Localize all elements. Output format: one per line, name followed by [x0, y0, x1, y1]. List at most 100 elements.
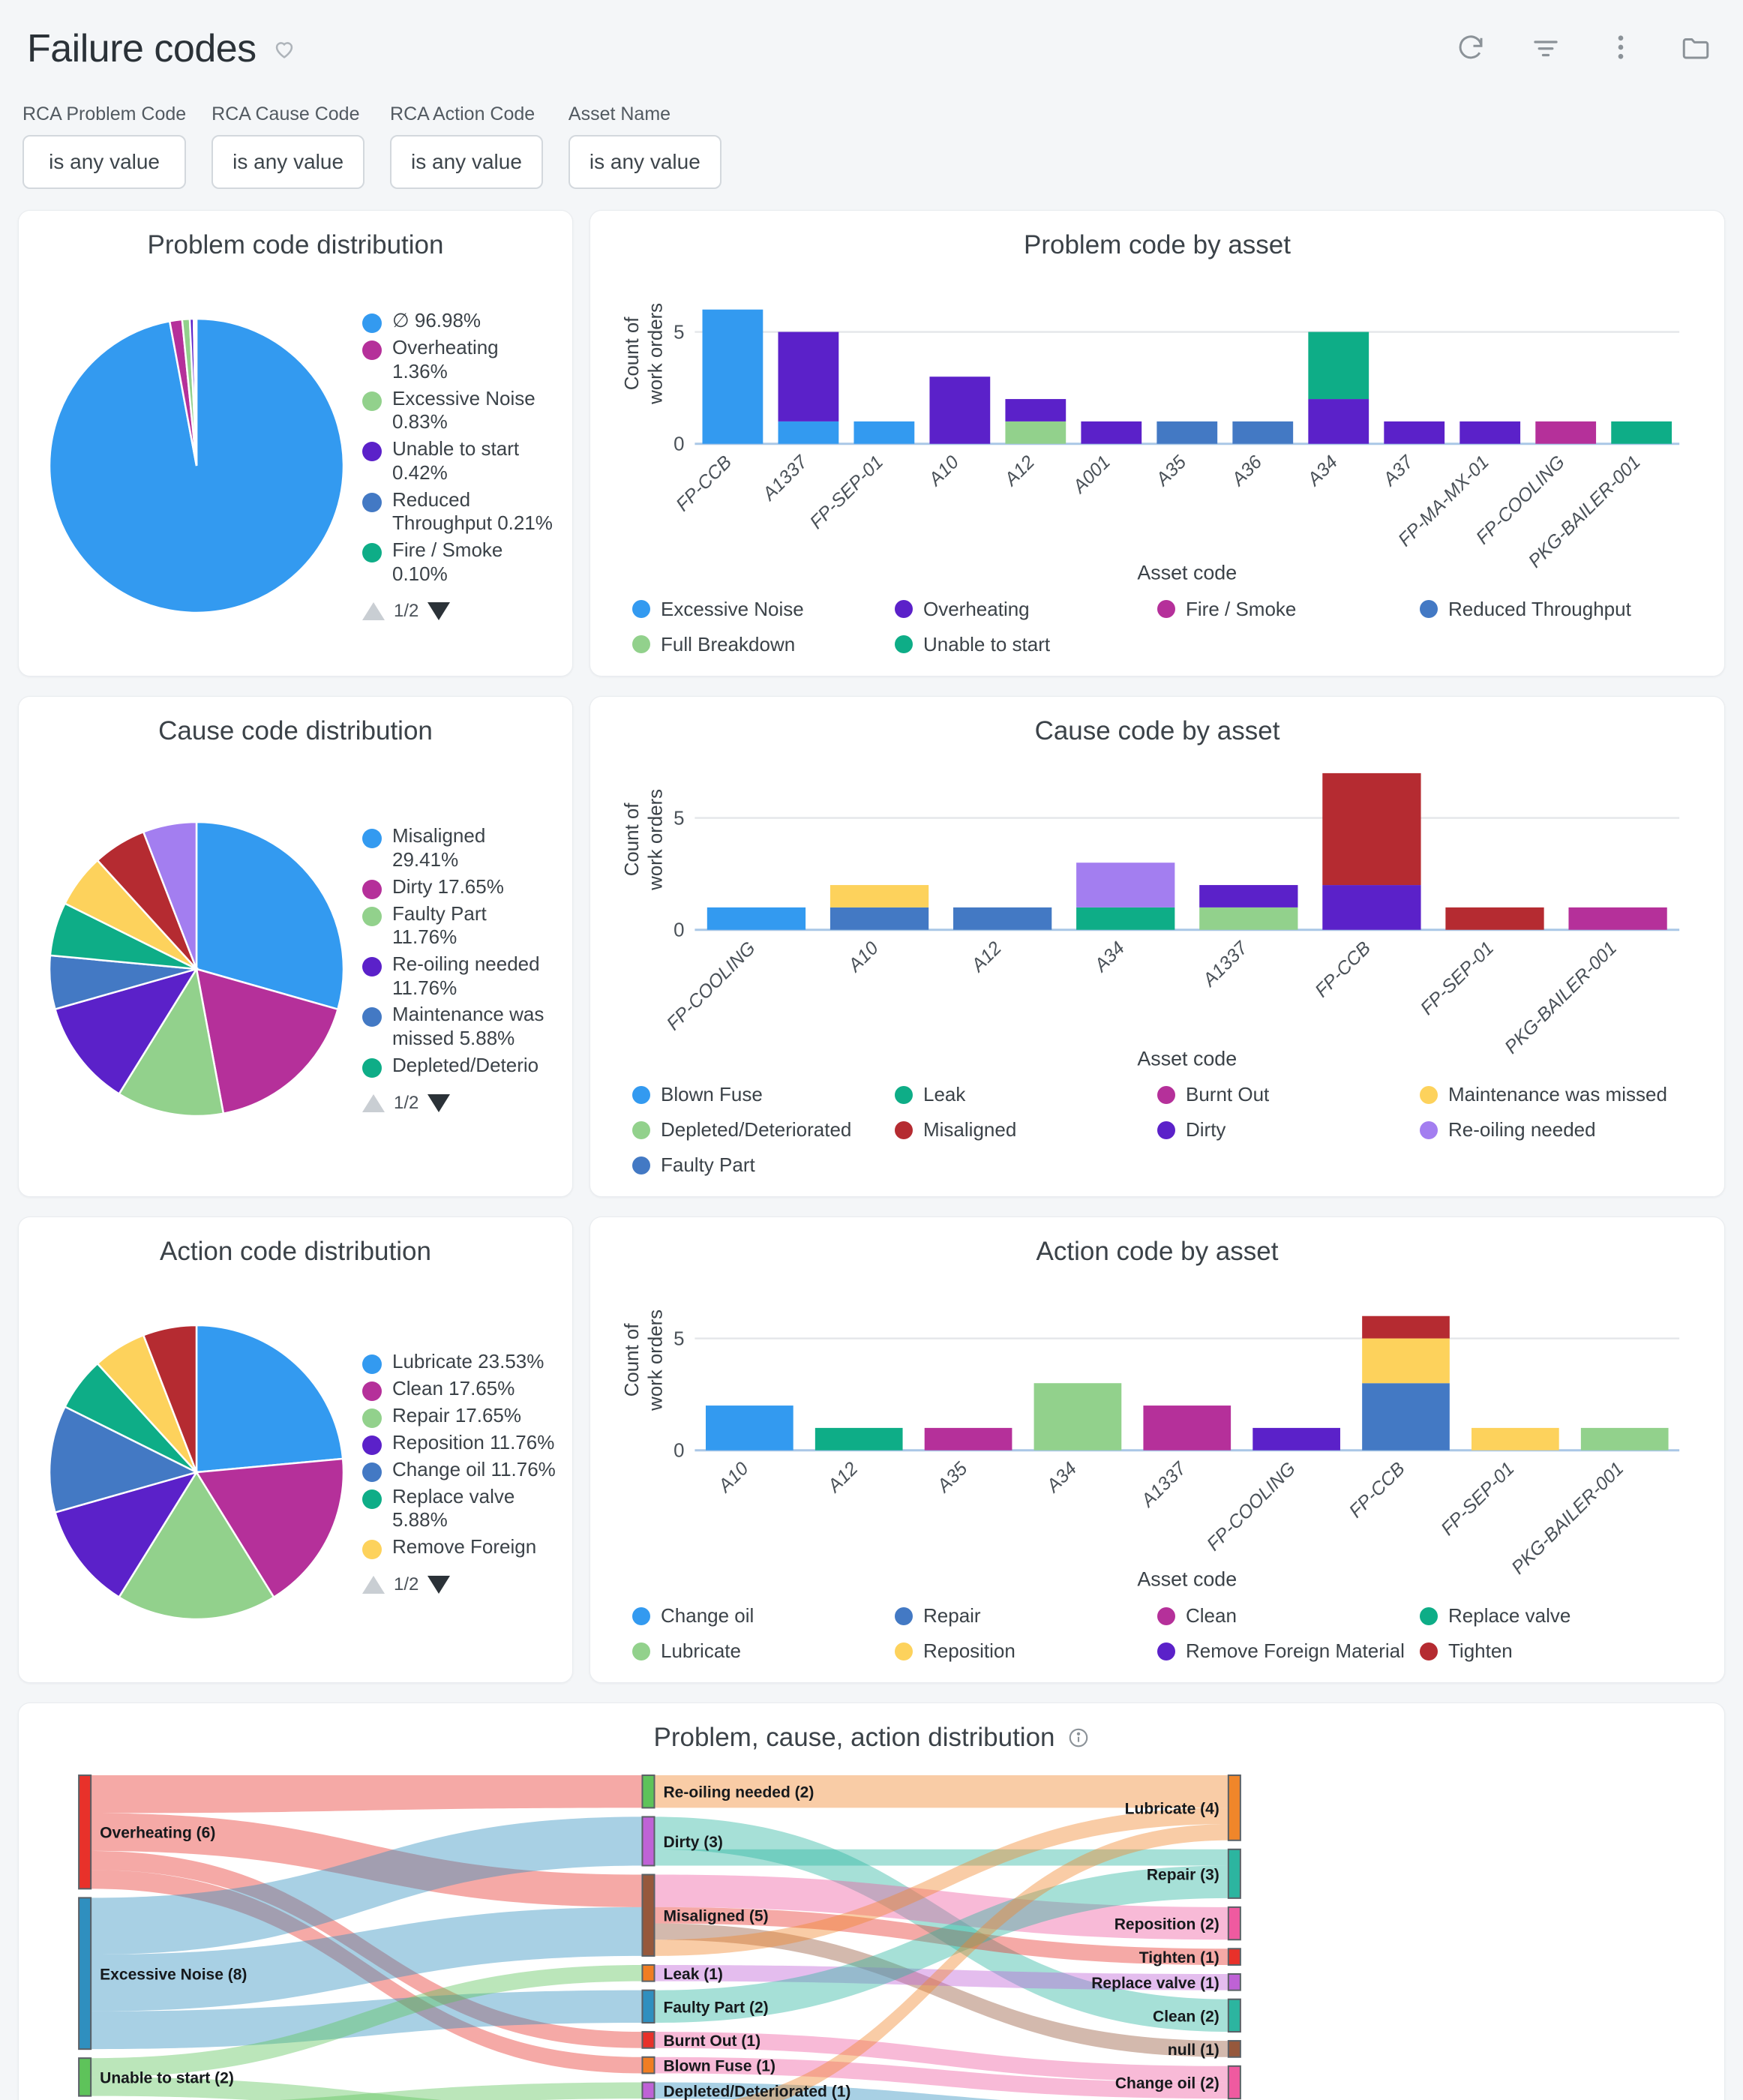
pager-prev-icon[interactable]: [362, 1094, 385, 1112]
bar-segment[interactable]: [953, 907, 1052, 930]
bar-segment[interactable]: [929, 376, 991, 444]
sankey-node[interactable]: [1227, 1774, 1241, 1841]
bar-segment[interactable]: [1362, 1316, 1450, 1339]
bar-segment[interactable]: [702, 309, 764, 444]
filter-value-input[interactable]: is any value: [390, 135, 543, 189]
bar-segment[interactable]: [1034, 1383, 1122, 1451]
sankey-node[interactable]: [641, 2056, 656, 2074]
legend-item[interactable]: Blown Fuse: [632, 1083, 895, 1106]
legend-item[interactable]: Tighten: [1420, 1640, 1682, 1663]
legend-item[interactable]: Depleted/Deteriorated: [632, 1118, 895, 1142]
bar-panel[interactable]: 0 5 A10 A12 A35 A34 A1337 FP-COOLING FP-CCB FP-SE…: [590, 1271, 1724, 1604]
bar-segment[interactable]: [1460, 421, 1521, 444]
bar-segment[interactable]: [705, 1406, 794, 1451]
sankey-node[interactable]: [641, 1874, 656, 1957]
refresh-icon[interactable]: [1455, 32, 1486, 63]
legend-item[interactable]: ∅ 96.98%: [362, 309, 556, 334]
bar-segment[interactable]: [1005, 421, 1066, 444]
bar-segment[interactable]: [1308, 399, 1370, 444]
bar-segment[interactable]: [1535, 421, 1597, 444]
sankey-node[interactable]: [78, 1897, 92, 2050]
bar-segment[interactable]: [1199, 907, 1298, 930]
filter-value-input[interactable]: is any value: [22, 135, 187, 189]
bar-segment[interactable]: [1076, 862, 1175, 908]
sankey-node[interactable]: [1227, 2040, 1241, 2058]
legend-item[interactable]: Repair: [895, 1604, 1157, 1628]
legend-item[interactable]: Clean: [1157, 1604, 1420, 1628]
legend-item[interactable]: Misaligned: [895, 1118, 1157, 1142]
bar-segment[interactable]: [1472, 1428, 1559, 1451]
bar-segment[interactable]: [1308, 332, 1370, 400]
bar-segment[interactable]: [1322, 772, 1421, 885]
bar-segment[interactable]: [854, 421, 915, 444]
legend-item[interactable]: Re-oiling needed 11.76%: [362, 952, 556, 1000]
sankey-node[interactable]: [1227, 1906, 1241, 1941]
legend-item[interactable]: Reposition: [895, 1640, 1157, 1663]
legend-item[interactable]: Overheating 1.36%: [362, 336, 556, 383]
bar-segment[interactable]: [1445, 907, 1544, 930]
bar-segment[interactable]: [1005, 399, 1066, 422]
bar-segment[interactable]: [1568, 907, 1667, 930]
bar-segment[interactable]: [1362, 1383, 1450, 1451]
filter-value-input[interactable]: is any value: [212, 135, 365, 189]
legend-item[interactable]: Dirty 17.65%: [362, 875, 556, 899]
legend-item[interactable]: Lubricate 23.53%: [362, 1350, 556, 1374]
pie-chart[interactable]: [35, 758, 358, 1180]
folder-icon[interactable]: [1680, 32, 1712, 63]
sankey-chart[interactable]: Overheating (6) Excessive Noise (8) Unable…: [19, 1757, 1724, 2100]
bar-segment[interactable]: [1156, 421, 1218, 444]
legend-item[interactable]: Dirty: [1157, 1118, 1420, 1142]
pager-next-icon[interactable]: [428, 602, 451, 621]
bar-segment[interactable]: [706, 907, 806, 930]
bar-segment[interactable]: [1322, 884, 1421, 930]
legend-item[interactable]: Depleted/Deterio: [362, 1054, 556, 1078]
sankey-node[interactable]: [641, 1816, 656, 1867]
pie-slice[interactable]: [195, 1324, 344, 1474]
legend-item[interactable]: Reduced Throughput: [1420, 598, 1682, 621]
legend-item[interactable]: Repair 17.65%: [362, 1404, 556, 1428]
bar-segment[interactable]: [778, 332, 839, 422]
info-icon[interactable]: [1067, 1726, 1090, 1749]
legend-item[interactable]: Fire / Smoke 0.10%: [362, 538, 556, 586]
legend-item[interactable]: Unable to start 0.42%: [362, 437, 556, 484]
more-options-icon[interactable]: [1605, 32, 1636, 63]
pager-prev-icon[interactable]: [362, 602, 385, 621]
legend-item[interactable]: Maintenance was missed 5.88%: [362, 1003, 556, 1050]
legend-item[interactable]: Faulty Part: [632, 1154, 895, 1177]
sankey-node[interactable]: [78, 2057, 92, 2097]
legend-item[interactable]: Leak: [895, 1083, 1157, 1106]
legend-item[interactable]: Remove Foreign: [362, 1535, 556, 1559]
legend-item[interactable]: Replace valve: [1420, 1604, 1682, 1628]
pie-chart[interactable]: [35, 1279, 358, 1666]
legend-item[interactable]: Burnt Out: [1157, 1083, 1420, 1106]
bar-segment[interactable]: [830, 907, 929, 930]
bar-segment[interactable]: [1611, 421, 1672, 444]
sankey-node[interactable]: [641, 2081, 656, 2100]
bar-segment[interactable]: [1384, 421, 1445, 444]
legend-item[interactable]: Clean 17.65%: [362, 1377, 556, 1401]
pager-next-icon[interactable]: [428, 1094, 451, 1112]
sankey-node[interactable]: [641, 1989, 656, 2024]
legend-item[interactable]: Fire / Smoke: [1157, 598, 1420, 621]
bar-segment[interactable]: [1252, 1428, 1340, 1451]
bar-segment[interactable]: [1076, 907, 1175, 930]
sankey-node[interactable]: [641, 2031, 656, 2049]
sankey-link[interactable]: [654, 1849, 1228, 1866]
legend-item[interactable]: Replace valve 5.88%: [362, 1485, 556, 1532]
sankey-link[interactable]: [91, 1775, 643, 1814]
sankey-node[interactable]: [1227, 1848, 1241, 1899]
legend-item[interactable]: Reposition 11.76%: [362, 1431, 556, 1455]
bar-segment[interactable]: [1081, 421, 1142, 444]
legend-item[interactable]: Excessive Noise 0.83%: [362, 387, 556, 434]
legend-item[interactable]: Remove Foreign Material: [1157, 1640, 1420, 1663]
legend-item[interactable]: Lubricate: [632, 1640, 895, 1663]
bar-segment[interactable]: [1362, 1338, 1450, 1384]
sankey-node[interactable]: [641, 1964, 656, 1982]
bar-panel[interactable]: 0 5 FP-CCB A1337 FP-SEP-01 A10 A12 A001 A35 A36 A3…: [590, 265, 1724, 598]
sankey-node[interactable]: [78, 1774, 92, 1890]
legend-item[interactable]: Reduced Throughput 0.21%: [362, 488, 556, 536]
legend-item[interactable]: Unable to start: [895, 633, 1157, 656]
sankey-node[interactable]: [1227, 1973, 1241, 1991]
filter-value-input[interactable]: is any value: [568, 135, 722, 189]
bar-segment[interactable]: [814, 1428, 903, 1451]
